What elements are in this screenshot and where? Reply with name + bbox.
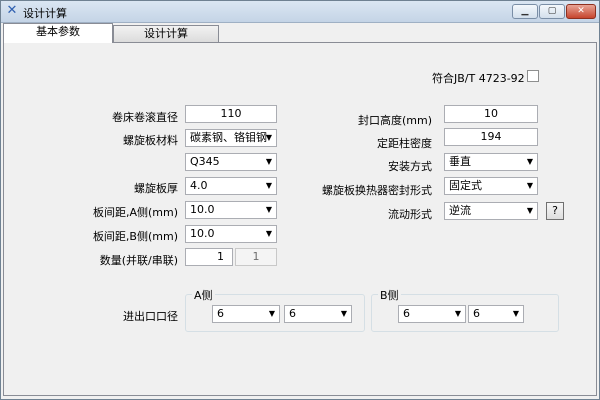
b-side-outlet-value: 6 <box>473 307 480 320</box>
seal-type-value: 固定式 <box>449 179 482 192</box>
title-bar: ✕ 设计计算 ▁ ▢ ✕ <box>1 1 599 23</box>
chevron-down-icon: ▼ <box>454 309 461 318</box>
chevron-down-icon: ▼ <box>265 205 272 214</box>
spacing-b-select[interactable]: 10.0 ▼ <box>185 225 277 243</box>
main-window: ✕ 设计计算 ▁ ▢ ✕ 基本参数 设计计算 符合JB/T 4723-92 卷床… <box>0 0 600 400</box>
seal-height-label: 封口高度(mm) <box>357 114 432 127</box>
plate-thickness-label: 螺旋板厚 <box>134 182 178 195</box>
chevron-down-icon: ▼ <box>526 181 533 190</box>
x-app-icon: ✕ <box>6 3 18 18</box>
spacing-a-select[interactable]: 10.0 ▼ <box>185 201 277 219</box>
b-side-title: B侧 <box>378 287 401 303</box>
chevron-down-icon: ▼ <box>265 181 272 190</box>
flow-type-value: 逆流 <box>449 204 471 217</box>
a-side-outlet-select[interactable]: 6 ▼ <box>284 305 352 323</box>
maximize-button[interactable]: ▢ <box>539 4 565 19</box>
plate-material-select[interactable]: 碳素钢、铬钼钢 ▼ <box>185 129 277 147</box>
install-method-label: 安装方式 <box>388 160 432 173</box>
install-method-select[interactable]: 垂直 ▼ <box>444 153 538 171</box>
parallel-count-input[interactable]: 1 <box>185 248 233 266</box>
chevron-down-icon: ▼ <box>265 157 272 166</box>
spacer-density-input[interactable]: 194 <box>444 128 538 146</box>
a-side-title: A侧 <box>192 287 215 303</box>
seal-height-input[interactable]: 10 <box>444 105 538 123</box>
window-title: 设计计算 <box>23 7 67 20</box>
chevron-down-icon: ▼ <box>526 206 533 215</box>
close-button[interactable]: ✕ <box>566 4 596 19</box>
install-method-value: 垂直 <box>449 155 471 168</box>
spacing-b-value: 10.0 <box>190 227 215 240</box>
roll-diameter-input[interactable]: 110 <box>185 105 277 123</box>
tab-basic-params[interactable]: 基本参数 <box>3 23 113 43</box>
spacing-b-label: 板间距,B侧(mm) <box>92 230 178 243</box>
a-side-inlet-value: 6 <box>217 307 224 320</box>
a-side-outlet-value: 6 <box>289 307 296 320</box>
standard-checkbox[interactable] <box>527 70 539 82</box>
chevron-down-icon: ▼ <box>268 309 275 318</box>
plate-thickness-select[interactable]: 4.0 ▼ <box>185 177 277 195</box>
minimize-button[interactable]: ▁ <box>512 4 538 19</box>
chevron-down-icon: ▼ <box>265 133 272 142</box>
spacing-a-label: 板间距,A侧(mm) <box>92 206 178 219</box>
flow-type-select[interactable]: 逆流 ▼ <box>444 202 538 220</box>
seal-type-label: 螺旋板换热器密封形式 <box>322 184 432 197</box>
a-side-inlet-select[interactable]: 6 ▼ <box>212 305 280 323</box>
material-grade-select[interactable]: Q345 ▼ <box>185 153 277 171</box>
plate-thickness-value: 4.0 <box>190 179 208 192</box>
standard-label: 符合JB/T 4723-92 <box>432 72 525 85</box>
plate-material-value: 碳素钢、铬钼钢 <box>190 131 267 144</box>
b-side-inlet-value: 6 <box>403 307 410 320</box>
help-button[interactable]: ? <box>546 202 564 220</box>
a-side-group: A侧 6 ▼ 6 ▼ <box>185 287 365 332</box>
chevron-down-icon: ▼ <box>526 157 533 166</box>
material-grade-value: Q345 <box>190 155 220 168</box>
chevron-down-icon: ▼ <box>340 309 347 318</box>
roll-diameter-label: 卷床卷滚直径 <box>112 111 178 124</box>
basic-params-panel: 符合JB/T 4723-92 卷床卷滚直径 110 螺旋板材料 碳素钢、铬钼钢 … <box>3 42 597 396</box>
spacer-density-label: 定距柱密度 <box>377 137 432 150</box>
series-count-input: 1 <box>235 248 277 266</box>
plate-material-label: 螺旋板材料 <box>123 134 178 147</box>
b-side-inlet-select[interactable]: 6 ▼ <box>398 305 466 323</box>
b-side-group: B侧 6 ▼ 6 ▼ <box>371 287 559 332</box>
seal-type-select[interactable]: 固定式 ▼ <box>444 177 538 195</box>
chevron-down-icon: ▼ <box>265 229 272 238</box>
flow-type-label: 流动形式 <box>388 208 432 221</box>
tab-design-calc[interactable]: 设计计算 <box>113 25 219 43</box>
ports-label: 进出口口径 <box>123 310 178 323</box>
b-side-outlet-select[interactable]: 6 ▼ <box>468 305 524 323</box>
spacing-a-value: 10.0 <box>190 203 215 216</box>
chevron-down-icon: ▼ <box>512 309 519 318</box>
quantity-label: 数量(并联/串联) <box>99 254 178 267</box>
